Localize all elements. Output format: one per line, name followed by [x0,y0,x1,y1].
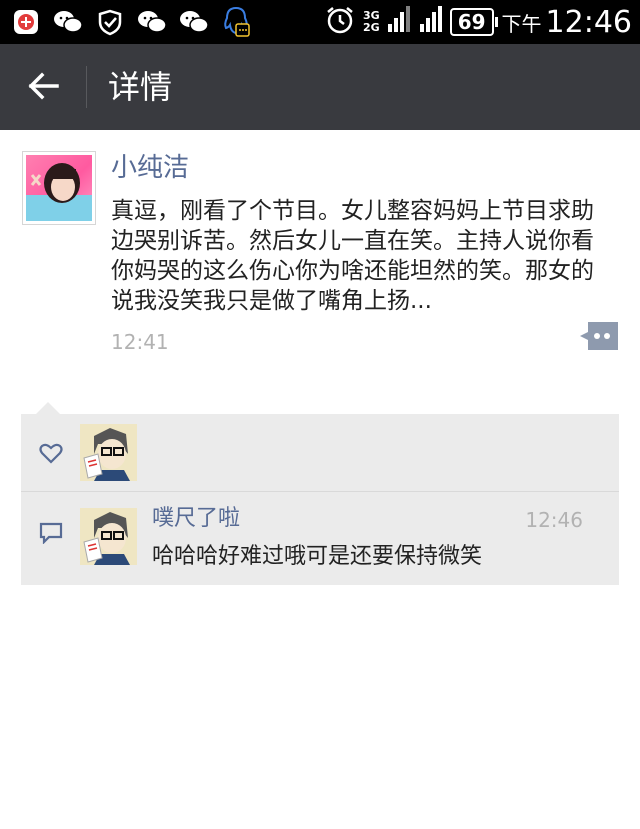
poster-avatar[interactable] [22,151,96,225]
add-app-icon [10,6,42,38]
wechat-sync-icon [94,6,126,38]
post-timestamp: 12:41 [111,330,169,354]
post-content[interactable]: 真逗，刚看了个节目。女儿整容妈妈上节目求助边哭别诉苦。然后女儿一直在笑。主持人说… [111,196,611,316]
heart-icon [39,443,63,464]
top-app-bar: 详情 [0,44,640,130]
poster-name[interactable]: 小纯洁 [111,150,189,186]
system-status: 3G 2G 69 下午 12:46 [325,4,632,40]
wechat-icon [52,6,84,38]
page-title: 详情 [108,68,173,106]
clock-ampm: 下午 [501,11,542,36]
comment-area-pointer [36,402,60,414]
header-divider [86,66,87,108]
comment-timestamp: 12:46 [525,508,583,532]
back-arrow-icon [28,72,59,100]
poster-avatar-image [26,155,92,221]
alarm-icon [325,5,355,39]
notification-icons [10,6,252,38]
liker-avatar[interactable] [80,424,137,481]
comment-icon [39,522,63,544]
more-actions-button[interactable] [580,322,618,350]
comment-item[interactable]: 噗尺了啦 12:46 哈哈哈好难过哦可是还要保持微笑 [21,492,619,585]
battery-level: 69 [449,8,498,36]
comment-text: 哈哈哈好难过哦可是还要保持微笑 [152,544,483,569]
comment-dots-icon [580,322,618,350]
likes-row [21,414,619,492]
interaction-panel: 噗尺了啦 12:46 哈哈哈好难过哦可是还要保持微笑 [21,414,619,585]
commenter-name[interactable]: 噗尺了啦 [152,504,240,534]
wechat-icon [178,6,210,38]
qq-icon [220,6,252,38]
back-button[interactable] [20,62,68,110]
signal-icon [387,6,442,38]
commenter-avatar[interactable] [80,508,137,565]
wechat-icon [136,6,168,38]
status-bar: 3G 2G 69 下午 12:46 [0,0,640,44]
network-type: 3G 2G [363,9,380,34]
clock-time: 12:46 [545,4,632,40]
